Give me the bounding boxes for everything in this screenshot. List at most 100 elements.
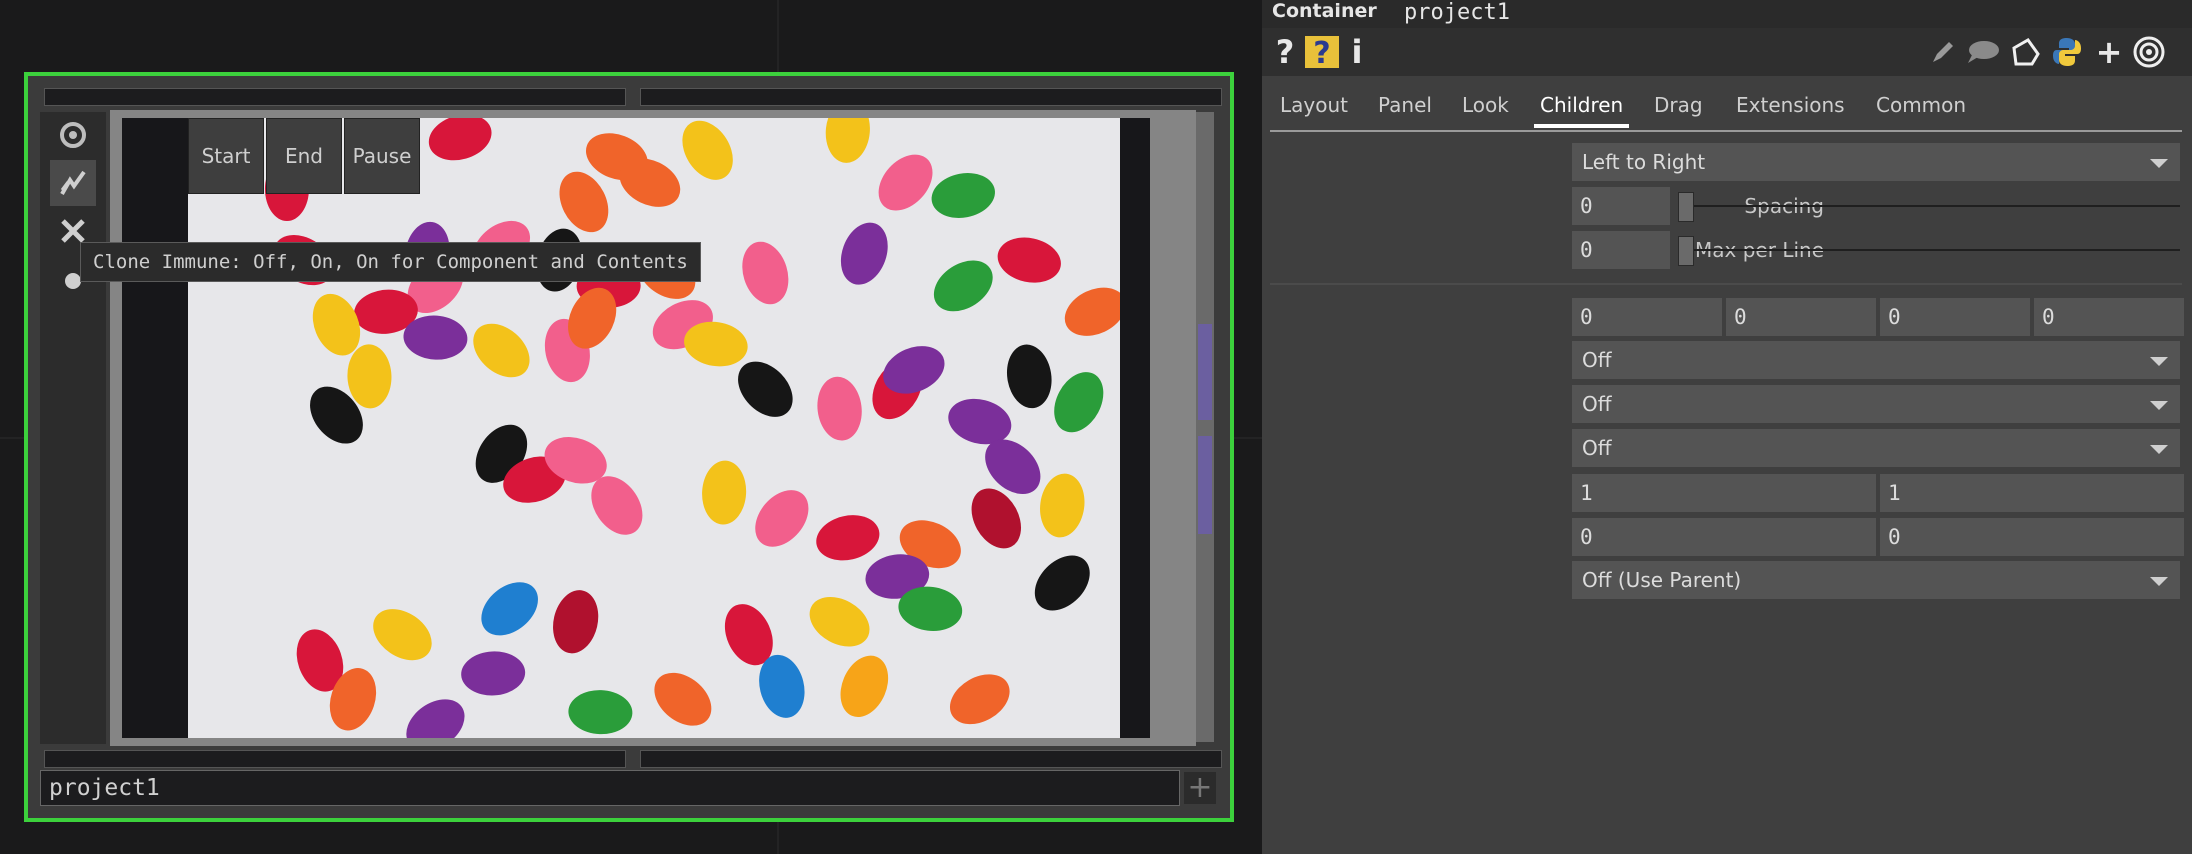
- jelly-bean: [1006, 344, 1052, 409]
- clone-icon[interactable]: [2008, 28, 2044, 76]
- jelly-bean: [1034, 555, 1090, 611]
- fit-menu[interactable]: Off: [1572, 429, 2180, 467]
- panel-toolbar: ? ? i +: [1262, 28, 2192, 76]
- margin-right-field[interactable]: 0: [1726, 298, 1876, 336]
- target-icon[interactable]: [2130, 28, 2168, 76]
- tab-panel[interactable]: Panel: [1372, 82, 1438, 128]
- jelly-bean: [1040, 473, 1085, 538]
- node-bottom-strip: [44, 750, 626, 768]
- jelly-bean: [840, 655, 889, 718]
- node-add-icon[interactable]: +: [1184, 772, 1216, 804]
- parameter-tabs: Layout Panel Look Children Drag Extensio…: [1270, 82, 2182, 132]
- align-menu[interactable]: Left to Right: [1572, 143, 2180, 181]
- jelly-bean: [742, 241, 789, 305]
- spacing-slider-handle[interactable]: [1678, 192, 1694, 222]
- jelly-bean: [682, 120, 733, 180]
- jelly-bean: [817, 376, 862, 441]
- operator-type: Container: [1272, 0, 1377, 22]
- justify-horizontal-menu[interactable]: Off: [1572, 341, 2180, 379]
- offset-y-field[interactable]: 0: [1880, 518, 2184, 556]
- pause-button[interactable]: Pause: [344, 118, 420, 194]
- jelly-bean: [702, 460, 747, 525]
- jelly-bean: [949, 674, 1010, 725]
- clone-immune-icon[interactable]: [50, 160, 96, 206]
- chevron-down-icon: [2150, 401, 2168, 410]
- tab-extensions[interactable]: Extensions: [1730, 82, 1851, 128]
- jelly-bean: [1054, 372, 1104, 433]
- crop-value: Off (Use Parent): [1582, 568, 1742, 592]
- network-editor[interactable]: Start End Pause Clone Immune: Off, On, O…: [0, 0, 1262, 854]
- tab-look[interactable]: Look: [1456, 82, 1515, 128]
- node-top-strip: [640, 88, 1222, 106]
- margin-top-field[interactable]: 0: [2034, 298, 2184, 336]
- start-button[interactable]: Start: [188, 118, 264, 194]
- help-icon[interactable]: ?: [1270, 28, 1300, 76]
- node-bottom-strip: [640, 750, 1222, 768]
- justify-vertical-menu[interactable]: Off: [1572, 385, 2180, 423]
- tab-drag[interactable]: Drag: [1648, 82, 1709, 128]
- justify-vertical-value: Off: [1582, 392, 1612, 416]
- jelly-bean: [347, 344, 392, 409]
- scroll-thumb[interactable]: [1198, 324, 1212, 420]
- scroll-thumb[interactable]: [1198, 436, 1212, 534]
- comment-icon[interactable]: [1964, 28, 2002, 76]
- op-help-icon[interactable]: ?: [1304, 28, 1340, 76]
- chevron-down-icon: [2150, 159, 2168, 168]
- jelly-bean: [481, 582, 538, 636]
- info-icon[interactable]: i: [1346, 28, 1368, 76]
- jelly-bean: [568, 690, 633, 735]
- justify-horizontal-value: Off: [1582, 348, 1612, 372]
- fit-value: Off: [1582, 436, 1612, 460]
- margin-left-field[interactable]: 0: [1572, 298, 1722, 336]
- node-top-strip: [44, 88, 626, 106]
- max-per-line-slider-handle[interactable]: [1678, 236, 1694, 266]
- chevron-down-icon: [2150, 577, 2168, 586]
- section-divider: [1270, 283, 2182, 285]
- end-button[interactable]: End: [266, 118, 342, 194]
- node-name-label[interactable]: project1: [40, 770, 1180, 806]
- spacing-field[interactable]: 0: [1572, 187, 1670, 225]
- jelly-bean: [816, 515, 880, 561]
- jelly-bean: [461, 651, 526, 696]
- jelly-bean: [931, 173, 995, 218]
- tab-layout[interactable]: Layout: [1274, 82, 1354, 128]
- jelly-bean: [997, 237, 1061, 283]
- jelly-bean: [473, 323, 530, 378]
- crop-menu[interactable]: Off (Use Parent): [1572, 561, 2180, 599]
- jelly-bean: [654, 672, 712, 726]
- max-per-line-slider-track[interactable]: [1678, 249, 2180, 251]
- python-icon[interactable]: [2048, 28, 2086, 76]
- add-icon[interactable]: +: [2092, 28, 2126, 76]
- max-per-line-field[interactable]: 0: [1572, 231, 1670, 269]
- jelly-bean: [1064, 287, 1120, 336]
- jelly-bean: [428, 118, 492, 161]
- offset-x-field[interactable]: 0: [1572, 518, 1876, 556]
- jelly-bean: [840, 222, 888, 285]
- tab-common[interactable]: Common: [1870, 82, 1972, 128]
- jelly-bean: [809, 597, 870, 647]
- node-sidebar: [40, 112, 106, 744]
- chevron-down-icon: [2150, 445, 2168, 454]
- scale-y-field[interactable]: 1: [1880, 474, 2184, 512]
- align-value: Left to Right: [1582, 150, 1706, 174]
- viewer-toggle-icon[interactable]: [50, 112, 96, 158]
- operator-name[interactable]: project1: [1404, 0, 1510, 25]
- panel-header: Container project1: [1262, 0, 2192, 28]
- jelly-bean: [406, 699, 465, 738]
- jelly-bean: [825, 118, 870, 163]
- edit-icon[interactable]: [1926, 28, 1960, 76]
- jelly-bean: [933, 260, 993, 312]
- jelly-bean: [373, 609, 432, 661]
- margin-bottom-field[interactable]: 0: [1880, 298, 2030, 336]
- jelly-bean: [755, 490, 809, 547]
- scale-x-field[interactable]: 1: [1572, 474, 1876, 512]
- spacing-slider-track[interactable]: [1678, 205, 2180, 207]
- clone-immune-tooltip: Clone Immune: Off, On, On for Component …: [80, 242, 701, 282]
- parameter-panel: Container project1 ? ? i + Layout Panel …: [1262, 0, 2192, 854]
- tab-children[interactable]: Children: [1534, 82, 1630, 128]
- viewer-scrollbar[interactable]: [1196, 112, 1214, 742]
- chevron-down-icon: [2150, 357, 2168, 366]
- jelly-bean: [553, 590, 599, 654]
- svg-text:?: ?: [1313, 36, 1330, 70]
- jelly-bean: [878, 154, 933, 211]
